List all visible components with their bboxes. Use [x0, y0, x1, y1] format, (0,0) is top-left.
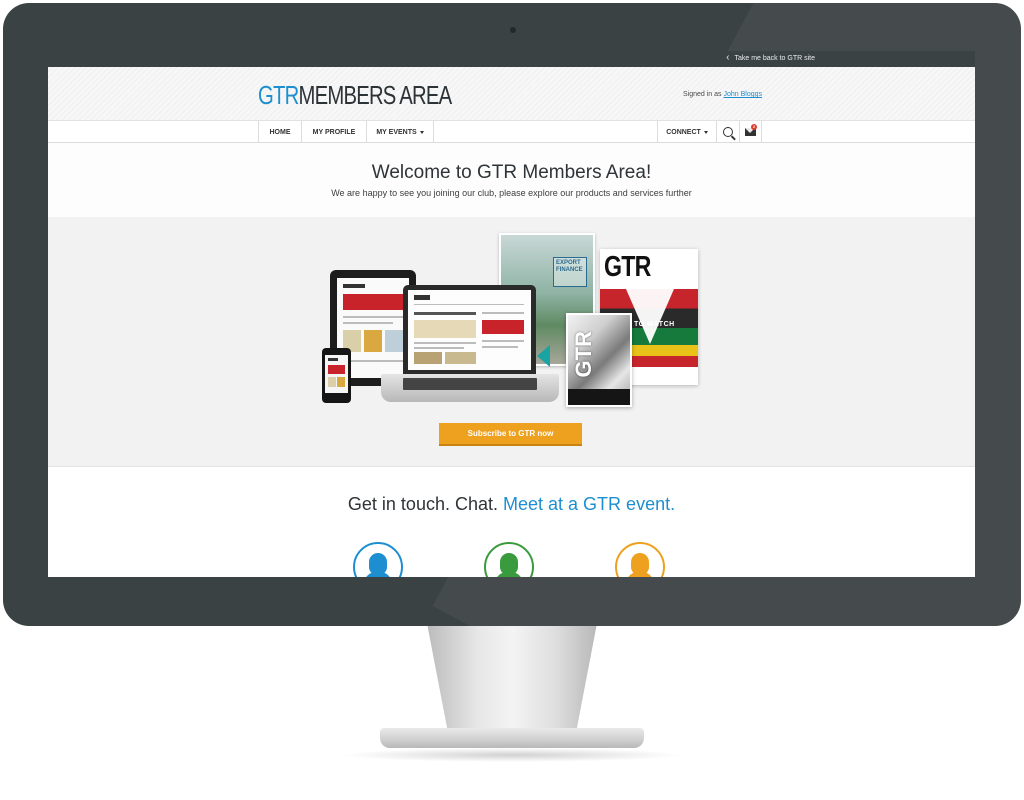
nav-connect[interactable]: CONNECT [657, 121, 717, 143]
chevron-down-icon [419, 130, 424, 134]
nav-my-profile[interactable]: MY PROFILE [302, 121, 367, 143]
nav-messages-button[interactable]: 2 [740, 121, 762, 143]
site-header: GTRMEMBERS AREA Signed in as John Bloggs [48, 67, 975, 121]
get-in-touch-person-icon[interactable] [353, 542, 403, 577]
nav-home-label: HOME [269, 128, 291, 136]
meet-event-person-icon[interactable] [615, 542, 665, 577]
nav-search-button[interactable] [717, 121, 740, 143]
monitor-stand-neck [427, 626, 597, 736]
person-body [364, 572, 392, 577]
phone-screen [325, 355, 348, 393]
laptop-keyboard-image [381, 374, 559, 402]
back-to-site-link[interactable]: ‹ Take me back to GTR site [726, 52, 815, 63]
contact-heading-highlight: Meet at a GTR event. [503, 494, 676, 514]
magazine-spine-title: GTR [571, 331, 596, 378]
chat-person-icon[interactable] [484, 542, 534, 577]
top-bar: ‹ Take me back to GTR site [48, 51, 975, 67]
nav-my-events-label: MY EVENTS [376, 128, 417, 136]
laptop-device-image [403, 285, 536, 375]
main-nav: HOME MY PROFILE MY EVENTS CONNECT 2 [48, 121, 975, 143]
monitor-stand-base [380, 728, 644, 748]
back-link-label: Take me back to GTR site [734, 54, 815, 62]
subscribe-button-label: Subscribe to GTR now [467, 429, 554, 438]
person-body [495, 572, 523, 577]
contact-heading: Get in touch. Chat. Meet at a GTR event. [48, 467, 975, 515]
contact-heading-plain: Get in touch. Chat. [347, 494, 498, 514]
magazine-gtr-silver-image: GTR [566, 313, 632, 407]
product-showcase: EXPORT FINANCE GTR TO WATCH GTR Subscrib… [48, 217, 975, 467]
magazine-cover-box: EXPORT FINANCE [553, 257, 587, 287]
nav-my-profile-label: MY PROFILE [312, 128, 356, 136]
laptop-screen [408, 290, 531, 370]
magazine-footer-bar [568, 389, 630, 405]
chevron-down-icon [703, 130, 708, 134]
monitor-stand-shadow [340, 748, 684, 762]
magazine-cover-caption: TO WATCH [634, 321, 675, 328]
logo-members-area-text: MEMBERS AREA [298, 80, 452, 110]
laptop-keys [403, 378, 537, 390]
logo-gtr-text: GTR [258, 80, 299, 110]
nav-my-events[interactable]: MY EVENTS [367, 121, 434, 143]
chevron-left-icon: ‹ [726, 52, 730, 63]
subscribe-button[interactable]: Subscribe to GTR now [439, 423, 582, 446]
v-shape-graphic [626, 289, 674, 344]
person-body [626, 572, 654, 577]
magazine-cover-title: GTR [604, 251, 651, 283]
welcome-section: Welcome to GTR Members Area! We are happ… [48, 143, 975, 217]
user-profile-link[interactable]: John Bloggs [723, 91, 762, 98]
camera-dot [510, 27, 516, 33]
search-icon [723, 127, 733, 137]
message-count-badge: 2 [751, 124, 757, 130]
signed-in-status: Signed in as John Bloggs [683, 91, 762, 98]
nav-home[interactable]: HOME [258, 121, 302, 143]
nav-connect-label: CONNECT [666, 128, 701, 136]
browser-screen: ‹ Take me back to GTR site GTRMEMBERS AR… [48, 51, 975, 577]
welcome-title: Welcome to GTR Members Area! [371, 162, 652, 183]
welcome-subtitle: We are happy to see you joining our club… [331, 188, 692, 198]
signed-in-prefix: Signed in as [683, 91, 722, 98]
contact-section: Get in touch. Chat. Meet at a GTR event. [48, 467, 975, 577]
teal-arrow-shape [537, 345, 550, 367]
phone-device-image [322, 348, 351, 403]
site-logo[interactable]: GTRMEMBERS AREA [258, 80, 452, 111]
